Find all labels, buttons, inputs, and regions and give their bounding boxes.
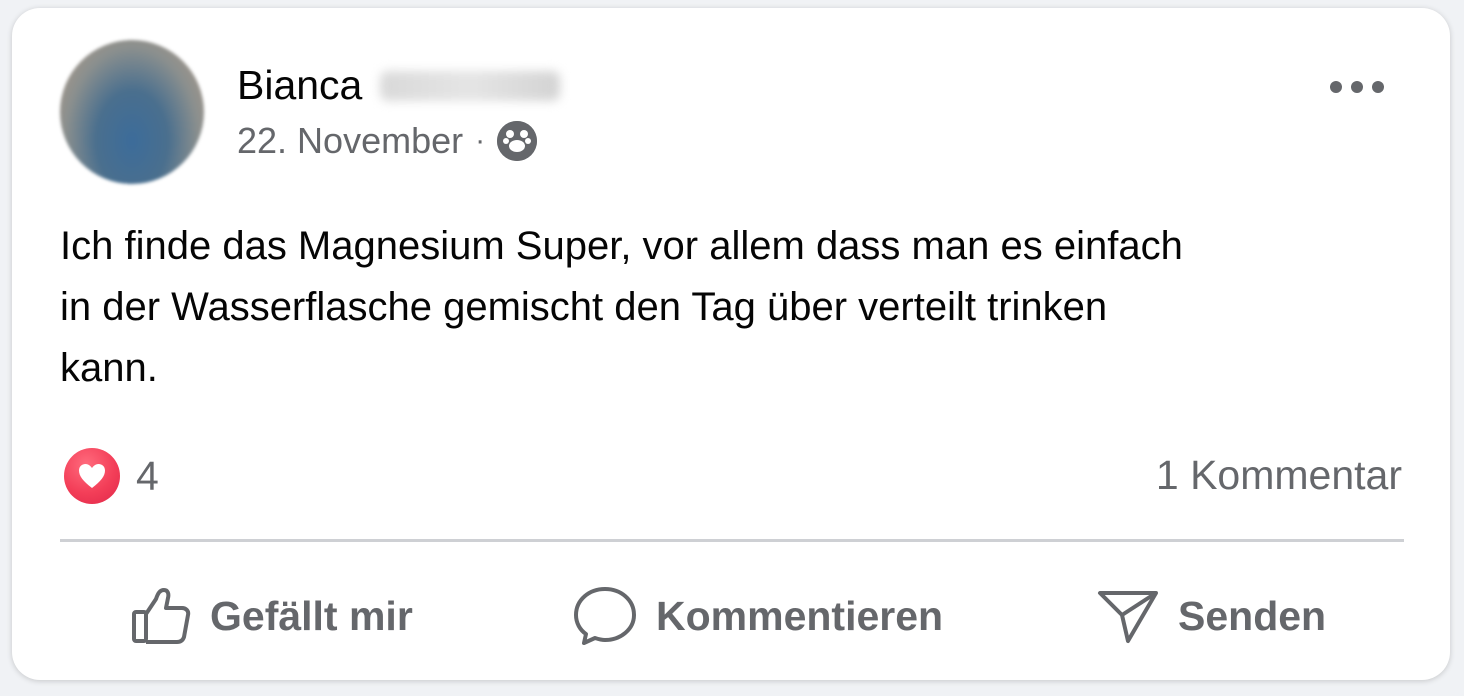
send-label: Senden: [1178, 592, 1327, 639]
thumbs-up-icon: [130, 585, 192, 647]
like-button[interactable]: Gefällt mir: [130, 574, 413, 658]
post-date[interactable]: 22. November: [237, 120, 463, 162]
heart-icon: [64, 448, 120, 504]
post-text: Ich finde das Magnesium Super, vor allem…: [60, 224, 1183, 390]
divider: [60, 539, 1404, 542]
meta-separator: ·: [475, 124, 486, 157]
more-dot: [1372, 81, 1384, 93]
more-dot: [1330, 81, 1342, 93]
speech-bubble-icon: [572, 585, 638, 647]
reaction-count: 4: [136, 452, 159, 499]
more-options-button[interactable]: [1330, 72, 1384, 102]
reaction-summary[interactable]: 4: [64, 448, 159, 504]
more-dot: [1351, 81, 1363, 93]
friends-icon: [497, 121, 538, 161]
comment-button[interactable]: Kommentieren: [572, 574, 943, 658]
post-card: Bianca 22. November · Ich finde das Magn…: [12, 8, 1450, 680]
post-meta: 22. November ·: [237, 120, 538, 162]
send-icon: [1096, 585, 1160, 647]
comment-count-link[interactable]: 1 Kommentar: [1156, 452, 1402, 499]
author-surname-redacted: [380, 70, 561, 101]
avatar[interactable]: [60, 40, 204, 184]
comment-label: Kommentieren: [656, 592, 944, 639]
like-label: Gefällt mir: [210, 592, 413, 639]
author-name[interactable]: Bianca: [237, 62, 362, 109]
send-button[interactable]: Senden: [1096, 574, 1326, 658]
author-row: Bianca: [237, 62, 561, 109]
action-bar: Gefällt mir Kommentieren Senden: [60, 574, 1404, 658]
